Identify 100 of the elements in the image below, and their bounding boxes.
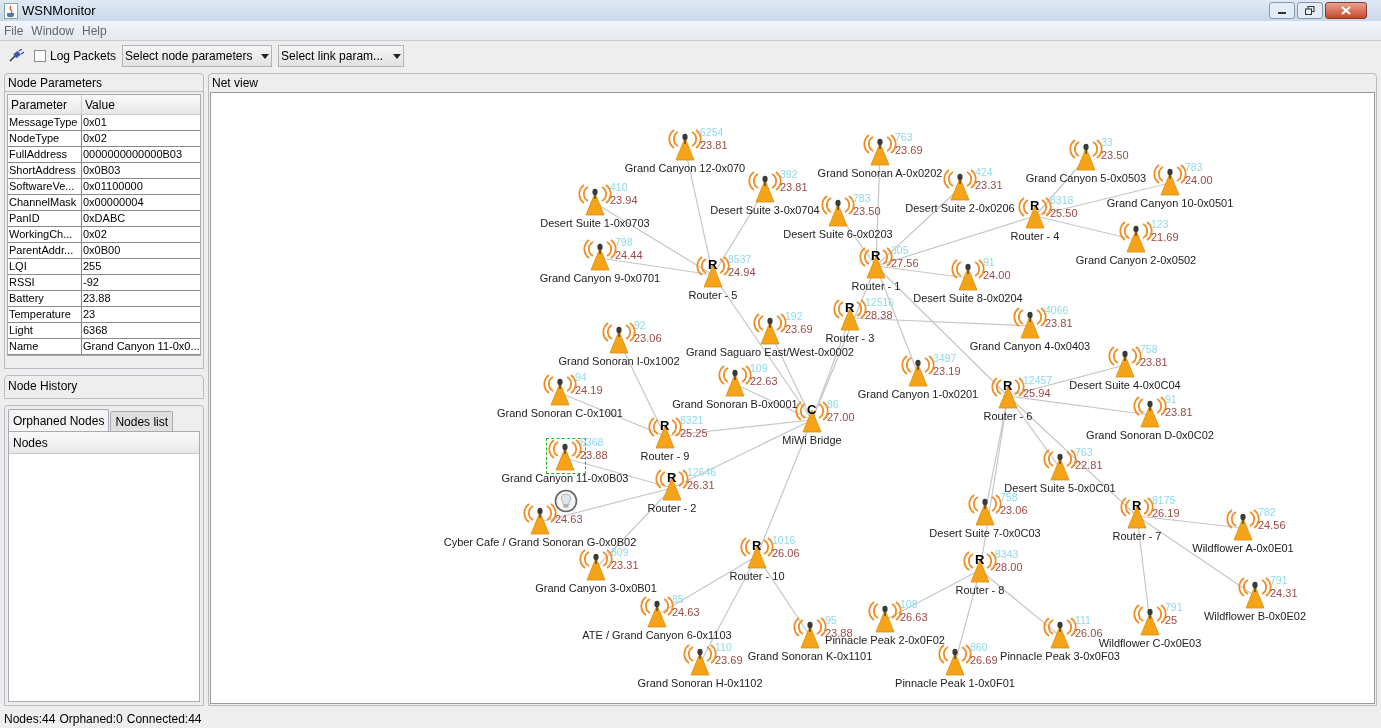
antenna-icon — [938, 644, 972, 676]
light-reading: 783 — [1185, 161, 1203, 173]
temperature-reading: 24.63 — [555, 513, 583, 525]
column-header[interactable]: Value — [82, 95, 200, 114]
node-label[interactable]: ATE / Grand Canyon 6-0x1103 — [582, 629, 732, 642]
node-label[interactable]: Grand Sonoran B-0x0001 — [672, 398, 798, 411]
temperature-reading: 24.00 — [983, 269, 1011, 281]
temperature-reading: 23.31 — [611, 559, 639, 571]
light-reading: 95 — [825, 614, 837, 626]
plug-icon[interactable] — [8, 49, 24, 63]
coordinator-icon — [795, 401, 829, 433]
node-label[interactable]: Grand Canyon 11-0x0B03 — [501, 472, 629, 485]
node-label[interactable]: Router - 7 — [1112, 530, 1162, 543]
light-reading: 85 — [672, 593, 684, 605]
node-label[interactable]: Desert Suite 3-0x0704 — [710, 204, 820, 217]
temperature-reading: 26.69 — [970, 654, 998, 666]
light-reading: 809 — [611, 546, 629, 558]
node-label[interactable]: Router - 10 — [729, 570, 785, 583]
menu-item[interactable]: Window — [31, 21, 75, 40]
node-label[interactable]: Grand Sonoran C-0x1001 — [497, 407, 623, 420]
node-label[interactable]: Cyber Cafe / Grand Sonoran G-0x0B02 — [443, 536, 637, 549]
node-label[interactable]: Desert Suite 1-0x0703 — [540, 217, 650, 230]
column-header[interactable]: Parameter — [8, 95, 82, 114]
antenna-icon — [1108, 346, 1142, 378]
temperature-reading: 25.50 — [1050, 207, 1078, 219]
temperature-reading: 23.06 — [634, 332, 662, 344]
light-reading: 123 — [1151, 218, 1169, 230]
light-reading: 782 — [1258, 506, 1276, 518]
node-label[interactable]: Pinnacle Peak 1-0x0F01 — [895, 677, 1015, 690]
temperature-reading: 24.00 — [1185, 174, 1213, 186]
node-label[interactable]: Router - 4 — [1010, 230, 1060, 243]
column-header[interactable]: Nodes — [9, 432, 199, 454]
light-reading: 8321 — [680, 414, 704, 426]
close-button[interactable] — [1325, 2, 1367, 19]
table-cell: FullAddress — [8, 147, 82, 162]
node-label[interactable]: Grand Sonoran A-0x0202 — [817, 167, 943, 180]
node-label[interactable]: Desert Suite 4-0x0C04 — [1069, 379, 1181, 392]
node-label[interactable]: Router - 9 — [640, 450, 690, 463]
checkbox-label: Log Packets — [50, 48, 117, 65]
router-icon — [1018, 197, 1052, 229]
temperature-reading: 23.31 — [975, 179, 1003, 191]
table-cell: RSSI — [8, 275, 82, 290]
antenna-icon — [863, 134, 897, 166]
antenna-icon — [718, 365, 752, 397]
node-label[interactable]: Grand Sonoran K-0x1101 — [747, 650, 873, 663]
node-type-letter: R — [975, 553, 985, 567]
light-reading: 12516 — [865, 296, 895, 308]
node-label[interactable]: MiWi Bridge — [782, 434, 842, 447]
node-label[interactable]: Desert Suite 6-0x0203 — [783, 228, 893, 241]
tab[interactable]: Orphaned Nodes — [8, 409, 110, 431]
table-cell-text: 0xDABC — [82, 211, 127, 226]
maximize-button[interactable] — [1297, 2, 1323, 19]
node-label[interactable]: Router - 5 — [688, 289, 738, 302]
node-label[interactable]: Wildflower B-0x0E02 — [1203, 610, 1307, 623]
node-label[interactable]: Grand Sonoran I-0x1002 — [558, 355, 680, 368]
node-label[interactable]: Desert Suite 7-0x0C03 — [929, 527, 1041, 540]
node-label[interactable]: Router - 6 — [983, 410, 1033, 423]
node-label[interactable]: Grand Canyon 2-0x0502 — [1075, 254, 1197, 267]
caret-icon — [261, 53, 270, 59]
node-label[interactable]: Grand Canyon 1-0x0201 — [857, 388, 979, 401]
node-label[interactable]: Grand Sonoran H-0x1102 — [637, 677, 763, 690]
node-label[interactable]: Wildflower A-0x0E01 — [1192, 542, 1294, 555]
node-label[interactable]: Grand Saguaro East/West-0x0002 — [686, 346, 854, 359]
node-label[interactable]: Desert Suite 2-0x0206 — [905, 202, 1015, 215]
node-label[interactable]: Router - 2 — [647, 502, 697, 515]
light-reading: 791 — [1165, 601, 1183, 613]
table-cell: Battery — [8, 291, 82, 306]
node-label[interactable]: Grand Canyon 4-0x0403 — [969, 340, 1091, 353]
node-label[interactable]: Desert Suite 8-0x0204 — [913, 292, 1023, 305]
router-icon — [963, 551, 997, 583]
node-type-letter: R — [871, 249, 881, 263]
temperature-reading: 23.69 — [785, 323, 813, 335]
node-type-letter: C — [807, 403, 817, 417]
node-label[interactable]: Grand Canyon 3-0x0B01 — [535, 582, 657, 595]
link-parameters-dropdown[interactable]: Select link param... — [278, 45, 405, 67]
node-label[interactable]: Router - 3 — [825, 332, 875, 345]
menu-item[interactable]: Help — [82, 21, 107, 40]
node-parameters-dropdown[interactable]: Select node parameters — [122, 45, 273, 67]
temperature-reading: 24.31 — [1270, 587, 1298, 599]
light-reading: 763 — [1075, 446, 1093, 458]
menu-item[interactable]: File — [4, 21, 24, 40]
node-label[interactable]: Router - 1 — [851, 280, 901, 293]
node-label[interactable]: Router - 8 — [955, 584, 1005, 597]
node-type-letter: R — [660, 419, 670, 433]
checkbox[interactable] — [34, 50, 46, 62]
node-type-letter: R — [1030, 199, 1040, 213]
node-label[interactable]: Wildflower C-0x0E03 — [1098, 637, 1202, 650]
minimize-button[interactable] — [1269, 2, 1295, 19]
node-label[interactable]: Grand Canyon 9-0x0701 — [539, 272, 661, 285]
node-label[interactable]: Grand Canyon 12-0x070 — [624, 162, 746, 175]
light-reading: 91 — [983, 256, 995, 268]
node-label[interactable]: Grand Sonoran D-0x0C02 — [1086, 429, 1214, 442]
node-label[interactable]: Grand Canyon 10-0x0501 — [1106, 197, 1234, 210]
node-label[interactable]: Grand Canyon 5-0x0503 — [1025, 172, 1147, 185]
node-label[interactable]: Pinnacle Peak 3-0x0F03 — [1000, 650, 1120, 663]
antenna-icon — [968, 494, 1002, 526]
temperature-reading: 28.00 — [995, 561, 1023, 573]
light-reading: 91 — [1165, 393, 1177, 405]
tab[interactable]: Nodes list — [110, 411, 174, 431]
light-reading: 8318 — [1050, 194, 1074, 206]
